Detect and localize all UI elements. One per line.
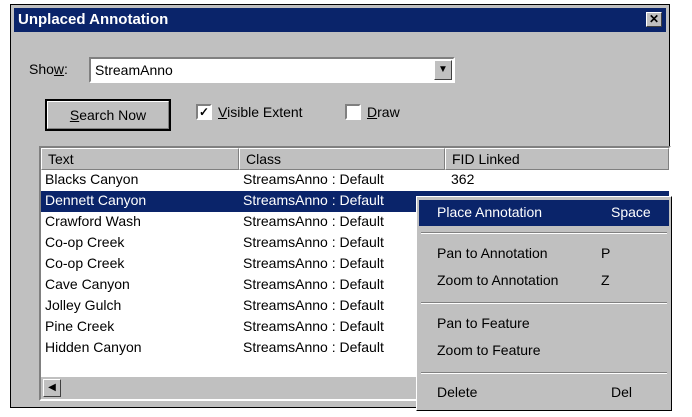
cell-class: StreamsAnno : Default — [243, 192, 384, 208]
cell-text: Co-op Creek — [45, 255, 125, 271]
menu-separator — [421, 302, 667, 304]
search-now-button[interactable]: Search Now — [45, 99, 171, 131]
cell-text: Dennett Canyon — [45, 192, 147, 208]
cell-text: Blacks Canyon — [45, 171, 139, 187]
menu-item-delete[interactable]: Delete Del — [419, 380, 669, 406]
dropdown-arrow-icon[interactable]: ▼ — [434, 60, 452, 80]
context-menu: Place Annotation Space Pan to Annotation… — [416, 196, 672, 411]
table-row[interactable]: Blacks Canyon StreamsAnno : Default 362 — [41, 170, 669, 191]
cell-class: StreamsAnno : Default — [243, 318, 384, 334]
cell-class: StreamsAnno : Default — [243, 276, 384, 292]
cell-fid: 362 — [451, 171, 475, 187]
cell-text: Pine Creek — [45, 318, 115, 334]
title-bar[interactable]: Unplaced Annotation ✕ — [14, 8, 666, 32]
menu-item-pan-to-feature[interactable]: Pan to Feature — [419, 311, 669, 337]
menu-item-zoom-to-feature[interactable]: Zoom to Feature — [419, 338, 669, 364]
menu-item-place-annotation[interactable]: Place Annotation Space — [419, 200, 669, 226]
cell-text: Cave Canyon — [45, 276, 130, 292]
cell-text: Co-op Creek — [45, 234, 125, 250]
cell-class: StreamsAnno : Default — [243, 255, 384, 271]
column-header-fid[interactable]: FID Linked — [445, 148, 669, 170]
draw-label[interactable]: Draw — [367, 104, 400, 120]
window-title: Unplaced Annotation — [18, 11, 169, 28]
show-dropdown[interactable]: StreamAnno ▼ — [89, 57, 455, 83]
cell-text: Jolley Gulch — [45, 297, 122, 313]
menu-item-pan-to-annotation[interactable]: Pan to Annotation P — [419, 241, 669, 267]
scroll-left-icon[interactable]: ◀ — [43, 379, 61, 397]
menu-separator — [421, 372, 667, 374]
column-header-class[interactable]: Class — [239, 148, 445, 170]
cell-text: Hidden Canyon — [45, 339, 142, 355]
visible-extent-checkbox[interactable]: ✓ — [196, 104, 212, 120]
show-label: Show: — [29, 61, 68, 77]
cell-class: StreamsAnno : Default — [243, 171, 384, 187]
cell-text: Crawford Wash — [45, 213, 141, 229]
menu-item-zoom-to-annotation[interactable]: Zoom to Annotation Z — [419, 268, 669, 294]
cell-class: StreamsAnno : Default — [243, 234, 384, 250]
visible-extent-label[interactable]: Visible Extent — [218, 104, 303, 120]
draw-checkbox[interactable] — [345, 104, 361, 120]
cell-class: StreamsAnno : Default — [243, 339, 384, 355]
show-value: StreamAnno — [95, 62, 173, 78]
close-icon[interactable]: ✕ — [646, 12, 662, 27]
cell-class: StreamsAnno : Default — [243, 213, 384, 229]
column-header-text[interactable]: Text — [41, 148, 239, 170]
cell-class: StreamsAnno : Default — [243, 297, 384, 313]
menu-separator — [421, 232, 667, 234]
